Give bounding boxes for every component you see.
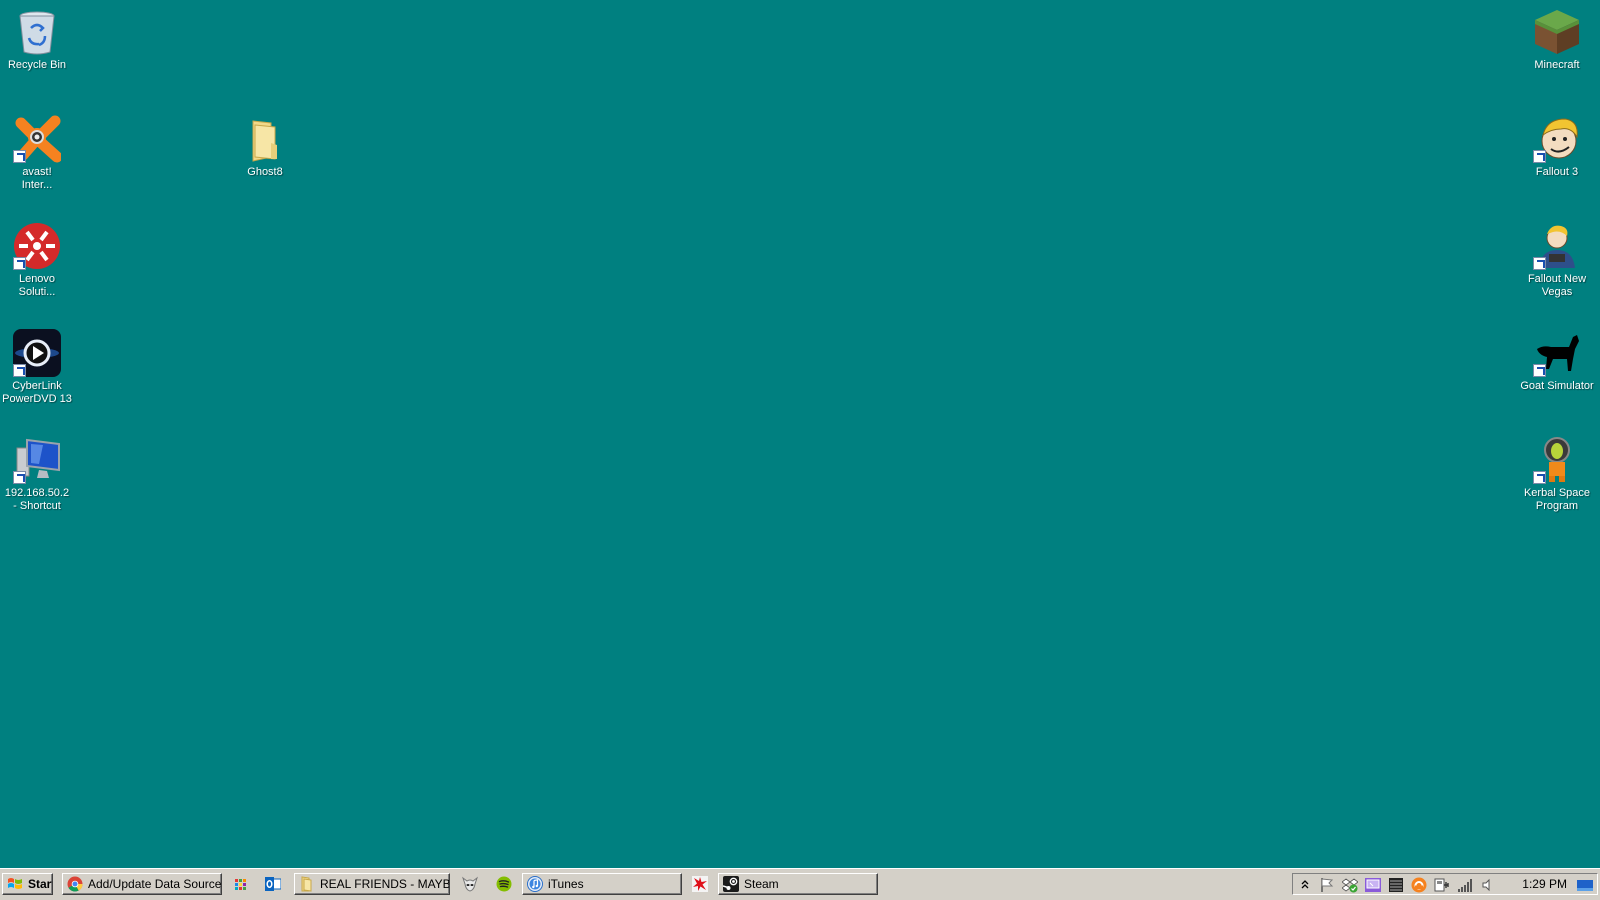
desktop-icon-fallout3[interactable]: Fallout 3 (1519, 109, 1595, 179)
desktop-icon-label: Fallout New Vegas (1527, 273, 1587, 298)
shortcut-arrow-icon (1533, 471, 1546, 484)
desktop-icon-label: Fallout 3 (1535, 166, 1579, 178)
outlook-icon[interactable] (265, 876, 282, 892)
desktop: Recycle Bin avast! Inter... Lenovo Solut… (0, 0, 1600, 868)
start-button[interactable]: Start (2, 873, 53, 895)
network-signal-icon[interactable] (1457, 877, 1473, 893)
desktop-icon-label: Goat Simulator (1520, 380, 1594, 392)
start-label: Start (28, 877, 53, 891)
taskbar-button-label: Add/Update Data Source... (88, 877, 222, 891)
keyboard-icon[interactable] (1388, 877, 1404, 893)
desktop-icon-powerdvd[interactable]: CyberLink PowerDVD 13 (0, 323, 75, 406)
network-computer-icon (13, 436, 61, 484)
chrome-icon (67, 876, 83, 892)
desktop-icon-label: Kerbal Space Program (1523, 487, 1591, 512)
avast-icon (13, 115, 63, 163)
itunes-icon (527, 876, 543, 892)
desktop-icon-ghost8-folder[interactable]: Ghost8 (227, 109, 303, 179)
desktop-icon-goat-simulator[interactable]: Goat Simulator (1519, 323, 1595, 393)
taskbar-button-chrome[interactable]: Add/Update Data Source... (62, 873, 222, 895)
apps-grid-icon[interactable] (232, 876, 248, 892)
taskbar-button-label: REAL FRIENDS - MAYB... (320, 877, 450, 891)
windows-logo-icon (7, 876, 23, 892)
shortcut-arrow-icon (1533, 150, 1546, 163)
desktop-icon-label: Lenovo Soluti... (18, 273, 56, 298)
minecraft-icon (1533, 8, 1581, 56)
kerbal-space-program-icon (1533, 436, 1581, 484)
volume-icon[interactable] (1479, 877, 1495, 893)
display-icon[interactable] (1365, 877, 1381, 893)
folder-icon (241, 115, 289, 163)
system-tray: 1:29 PM (1292, 873, 1598, 895)
steam-icon (722, 876, 739, 892)
desktop-icon-label: Ghost8 (247, 166, 283, 178)
desktop-icon-label: 192.168.50.2 - Shortcut (4, 487, 70, 512)
show-hidden-icons-chevron[interactable] (1297, 877, 1313, 893)
desktop-icon-label[interactable]: Minecraft (1519, 59, 1595, 72)
shortcut-arrow-icon (13, 364, 26, 377)
action-center-flag-icon[interactable] (1319, 877, 1335, 893)
spotify-icon[interactable] (496, 876, 512, 892)
shortcut-arrow-icon (1533, 257, 1546, 270)
folder-icon (299, 876, 315, 892)
fallout3-icon (1533, 115, 1581, 163)
desktop-icon-fallout-new-vegas[interactable]: Fallout New Vegas (1519, 216, 1595, 299)
clock[interactable]: 1:29 PM (1522, 877, 1567, 891)
alienware-icon[interactable] (462, 876, 478, 892)
shortcut-arrow-icon (1533, 364, 1546, 377)
desktop-icon-minecraft[interactable]: Minecraft (1519, 2, 1595, 72)
lenovo-solution-center-icon (13, 222, 61, 270)
power-plug-icon[interactable] (1434, 877, 1450, 893)
taskbar-button-label: Steam (744, 877, 779, 891)
desktop-icon-network-shortcut[interactable]: 192.168.50.2 - Shortcut (0, 430, 75, 513)
dropbox-sync-icon[interactable] (1341, 877, 1359, 893)
recycle-bin-icon (13, 8, 61, 56)
desktop-icon-label: avast! Inter... (21, 166, 53, 191)
shortcut-arrow-icon (13, 471, 26, 484)
powerdvd-icon (13, 329, 61, 377)
shortcut-arrow-icon (13, 257, 26, 270)
taskbar: Start Add/Update Data Source... REAL FRI… (0, 868, 1600, 900)
fallout-new-vegas-icon (1533, 222, 1581, 270)
taskbar-button-itunes[interactable]: iTunes (522, 873, 682, 895)
desktop-icon-label: Recycle Bin (7, 59, 67, 71)
avast-tray-icon[interactable] (1411, 877, 1427, 893)
goat-simulator-icon (1533, 329, 1581, 377)
desktop-icon-recycle-bin[interactable]: Recycle Bin (0, 2, 75, 72)
show-desktop-icon[interactable] (1577, 877, 1593, 893)
desktop-icon-lenovo-solution-center[interactable]: Lenovo Soluti... (0, 216, 75, 299)
desktop-icon-avast[interactable]: avast! Inter... (0, 109, 75, 192)
taskbar-button-steam[interactable]: Steam (718, 873, 878, 895)
desktop-icon-kerbal-space-program[interactable]: Kerbal Space Program (1519, 430, 1595, 513)
taskbar-button-folder[interactable]: REAL FRIENDS - MAYB... (294, 873, 450, 895)
shortcut-arrow-icon (13, 150, 26, 163)
splat-icon[interactable] (692, 876, 708, 892)
taskbar-button-label: iTunes (548, 877, 584, 891)
desktop-icon-label: CyberLink PowerDVD 13 (2, 380, 72, 405)
